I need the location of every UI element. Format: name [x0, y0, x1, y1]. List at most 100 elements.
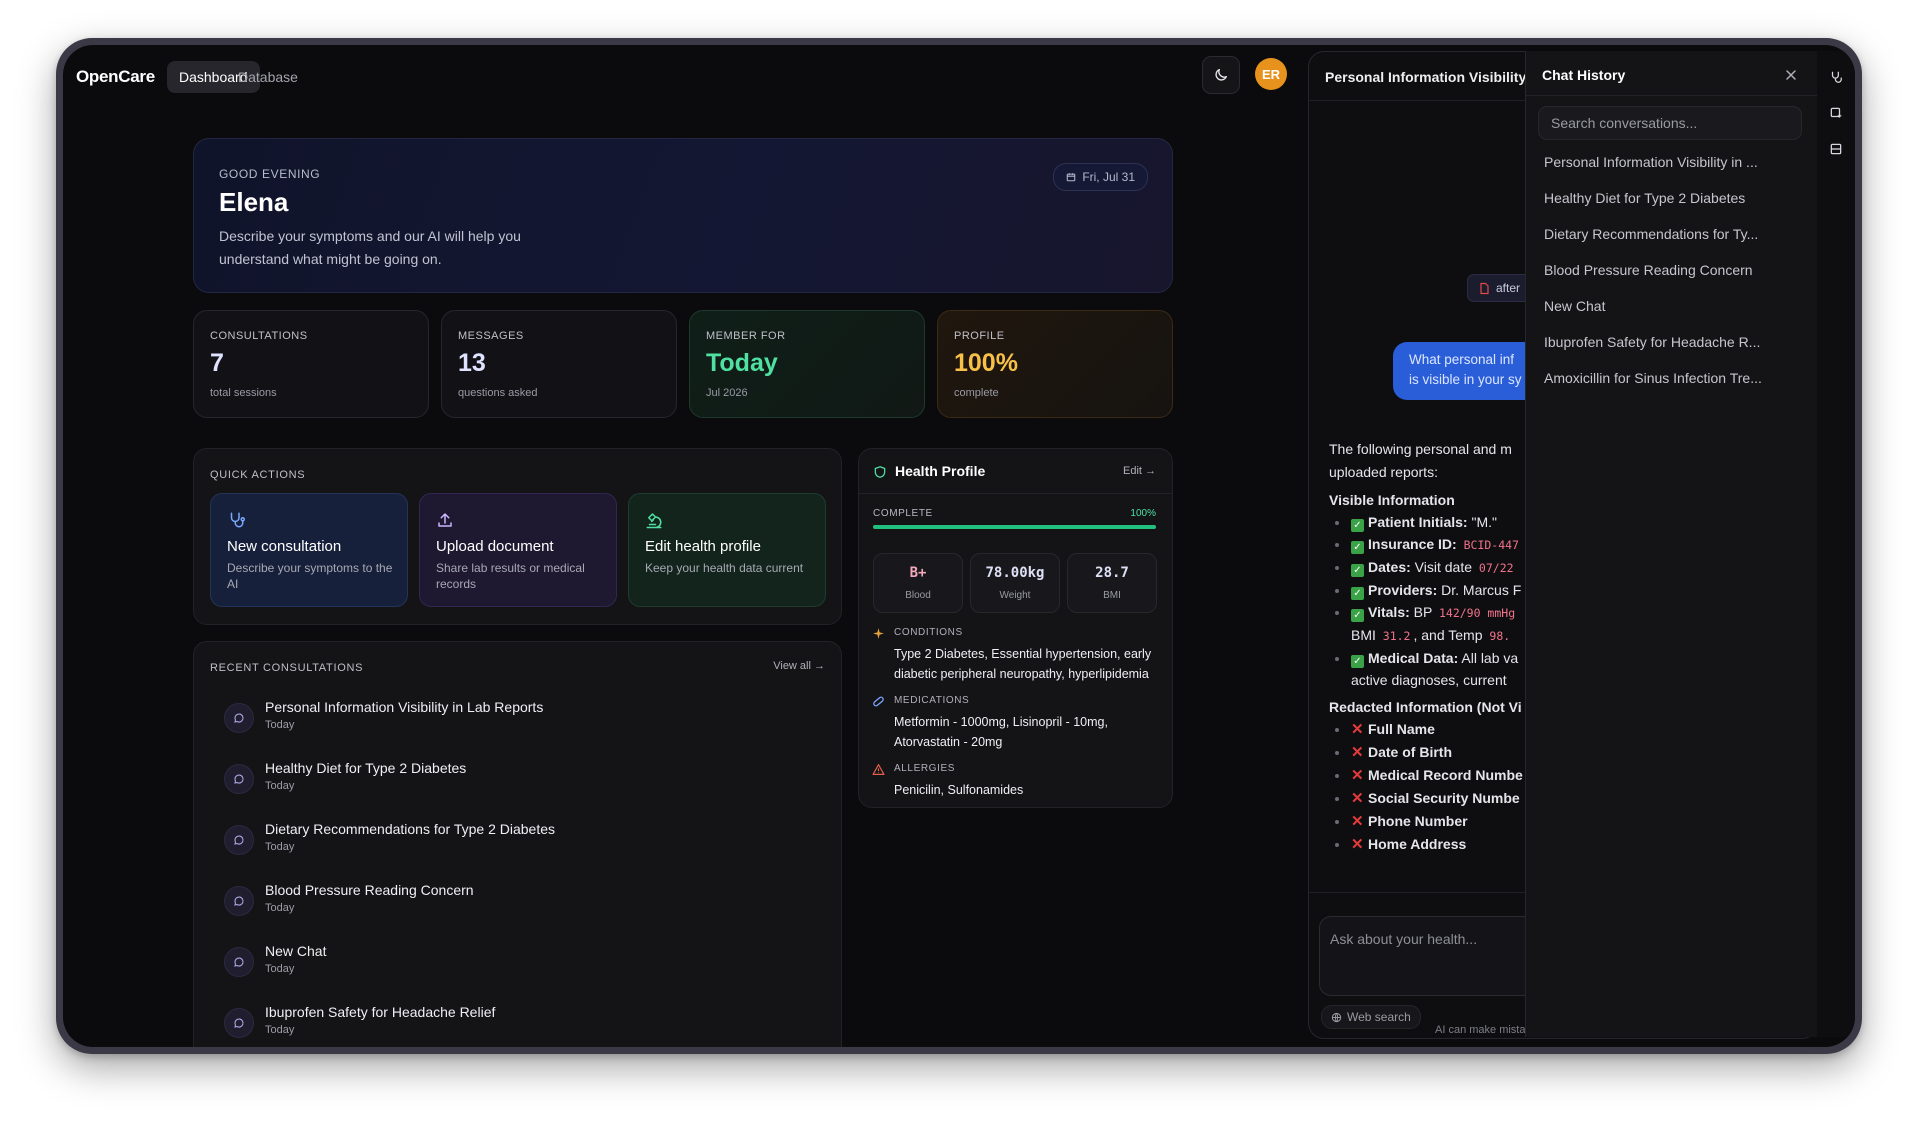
- ai-disclaimer: AI can make mista: [1435, 1024, 1526, 1036]
- quick-action-desc: Describe your symptoms to the AI: [227, 561, 393, 591]
- recent-consultation-item[interactable]: Healthy Diet for Type 2 Diabetes Today: [224, 760, 704, 808]
- attachment-chip[interactable]: after: [1467, 274, 1532, 302]
- history-item[interactable]: Amoxicillin for Sinus Infection Tre...: [1544, 370, 1762, 386]
- item-code: 31.2: [1382, 629, 1411, 643]
- allergies-section: ALLERGIES Penicilin, Sulfonamides: [872, 763, 1162, 803]
- new-consultation-button[interactable]: New consultation Describe your symptoms …: [210, 493, 408, 607]
- check-icon: ✓: [1351, 564, 1364, 577]
- date-text: Fri, Jul 31: [1082, 170, 1135, 184]
- item-text: All lab va: [1458, 650, 1519, 666]
- globe-icon: [1331, 1012, 1342, 1022]
- history-item[interactable]: Personal Information Visibility in ...: [1544, 154, 1758, 170]
- stat-card-messages: MESSAGES 13 questions asked: [441, 310, 677, 418]
- item-text: , and Temp: [1413, 627, 1487, 643]
- divider: [859, 493, 1172, 494]
- quick-action-desc: Keep your health data current: [645, 561, 804, 575]
- check-icon: ✓: [1351, 587, 1364, 600]
- close-icon[interactable]: [1783, 67, 1799, 83]
- cross-icon: ✕: [1351, 744, 1364, 761]
- user-message-line: is visible in your sy: [1409, 372, 1522, 387]
- stethoscope-icon: [1831, 71, 1842, 83]
- attachment-name: after: [1496, 281, 1521, 295]
- item-key: Insurance ID:: [1368, 536, 1457, 552]
- quick-action-title: New consultation: [227, 538, 342, 555]
- history-item[interactable]: Healthy Diet for Type 2 Diabetes: [1544, 190, 1745, 206]
- pill-icon: [873, 696, 884, 707]
- edit-profile-link[interactable]: Edit →: [1123, 465, 1156, 477]
- stat-sub: complete: [954, 387, 999, 399]
- edit-health-profile-button[interactable]: Edit health profile Keep your health dat…: [628, 493, 826, 607]
- recent-consultation-item[interactable]: Dietary Recommendations for Type 2 Diabe…: [224, 821, 704, 869]
- stat-value: 7: [210, 349, 224, 377]
- check-icon: ✓: [1351, 609, 1364, 622]
- divider: [1526, 95, 1817, 96]
- history-item[interactable]: Dietary Recommendations for Ty...: [1544, 226, 1758, 242]
- stat-value: 100%: [954, 349, 1018, 377]
- quick-actions-label: QUICK ACTIONS: [210, 469, 306, 481]
- allergies-value: Penicilin, Sulfonamides: [894, 783, 1024, 797]
- recent-consultation-item[interactable]: New Chat Today: [224, 943, 704, 991]
- device-frame: OpenCare Dashboard Database ER GOOD EVEN…: [56, 38, 1862, 1054]
- brand-logo[interactable]: OpenCare: [76, 67, 155, 87]
- item-code: 07/22: [1478, 561, 1514, 575]
- chat-input-placeholder: Ask about your health...: [1330, 931, 1478, 947]
- chat-bubble-icon: [224, 825, 254, 855]
- history-item[interactable]: Blood Pressure Reading Concern: [1544, 262, 1753, 278]
- chat-bubble-icon: [224, 947, 254, 977]
- web-search-toggle[interactable]: Web search: [1321, 1005, 1421, 1029]
- stethoscope-rail-button[interactable]: [1826, 67, 1846, 87]
- recent-consultation-item[interactable]: Blood Pressure Reading Concern Today: [224, 882, 704, 930]
- conditions-value: Type 2 Diabetes, Essential hypertension,…: [894, 647, 1152, 681]
- item-code: BCID-447: [1463, 538, 1519, 552]
- complete-value: 100%: [1130, 508, 1156, 519]
- recent-item-title: New Chat: [265, 943, 327, 959]
- stat-card-profile: PROFILE 100% complete: [937, 310, 1173, 418]
- upload-icon: [438, 513, 452, 527]
- theme-toggle-button[interactable]: [1202, 56, 1240, 94]
- quick-action-desc: Share lab results or medical records: [436, 561, 585, 591]
- history-search-input[interactable]: Search conversations...: [1538, 106, 1802, 140]
- recent-item-date: Today: [265, 780, 295, 792]
- user-avatar[interactable]: ER: [1255, 58, 1287, 90]
- metric-bmi: 28.7 BMI: [1067, 553, 1157, 613]
- quick-action-title: Upload document: [436, 538, 554, 555]
- nav-tab-database[interactable]: Database: [226, 61, 310, 93]
- recent-item-title: Healthy Diet for Type 2 Diabetes: [265, 760, 467, 776]
- metric-blood: B+ Blood: [873, 553, 963, 613]
- cross-icon: ✕: [1351, 836, 1364, 853]
- heart-shield-icon: [874, 466, 886, 478]
- history-item[interactable]: New Chat: [1544, 298, 1605, 314]
- date-pill: Fri, Jul 31: [1053, 163, 1148, 191]
- warning-icon: [872, 764, 885, 775]
- recent-consultation-item[interactable]: Personal Information Visibility in Lab R…: [224, 699, 704, 747]
- chat-history-title: Chat History: [1542, 67, 1626, 83]
- recent-item-date: Today: [265, 902, 295, 914]
- metric-weight: 78.00kg Weight: [970, 553, 1060, 613]
- item-text: BP: [1409, 604, 1436, 620]
- user-name: Elena: [219, 187, 289, 217]
- recent-consultation-item[interactable]: Ibuprofen Safety for Headache Relief Tod…: [224, 1004, 704, 1047]
- item-key: Full Name: [1368, 721, 1435, 737]
- stat-sub: total sessions: [210, 387, 277, 399]
- calendar-icon: [1067, 173, 1076, 182]
- metric-value: 78.00kg: [985, 565, 1045, 581]
- item-key: Vitals:: [1368, 604, 1410, 620]
- chat-history-drawer: Chat History Search conversations... Per…: [1525, 51, 1817, 1037]
- stat-card-member-for: MEMBER FOR Today Jul 2026: [689, 310, 925, 418]
- recent-item-date: Today: [265, 719, 295, 731]
- stat-value: Today: [706, 349, 778, 377]
- check-icon: ✓: [1351, 519, 1364, 532]
- item-key: Social Security Numbe: [1368, 790, 1520, 806]
- conditions-section: CONDITIONS Type 2 Diabetes, Essential hy…: [872, 627, 1162, 683]
- stat-sub: questions asked: [458, 387, 538, 399]
- recent-item-date: Today: [265, 1024, 295, 1036]
- history-item[interactable]: Ibuprofen Safety for Headache R...: [1544, 334, 1760, 350]
- metric-label: Blood: [905, 590, 931, 601]
- stat-label: CONSULTATIONS: [210, 330, 308, 342]
- new-chat-rail-button[interactable]: [1826, 103, 1846, 123]
- panel-toggle-rail-button[interactable]: [1826, 139, 1846, 159]
- item-code: 142/90 mmHg: [1438, 606, 1516, 620]
- upload-document-button[interactable]: Upload document Share lab results or med…: [419, 493, 617, 607]
- view-all-link[interactable]: View all →: [773, 660, 825, 672]
- item-key: Dates:: [1368, 559, 1411, 575]
